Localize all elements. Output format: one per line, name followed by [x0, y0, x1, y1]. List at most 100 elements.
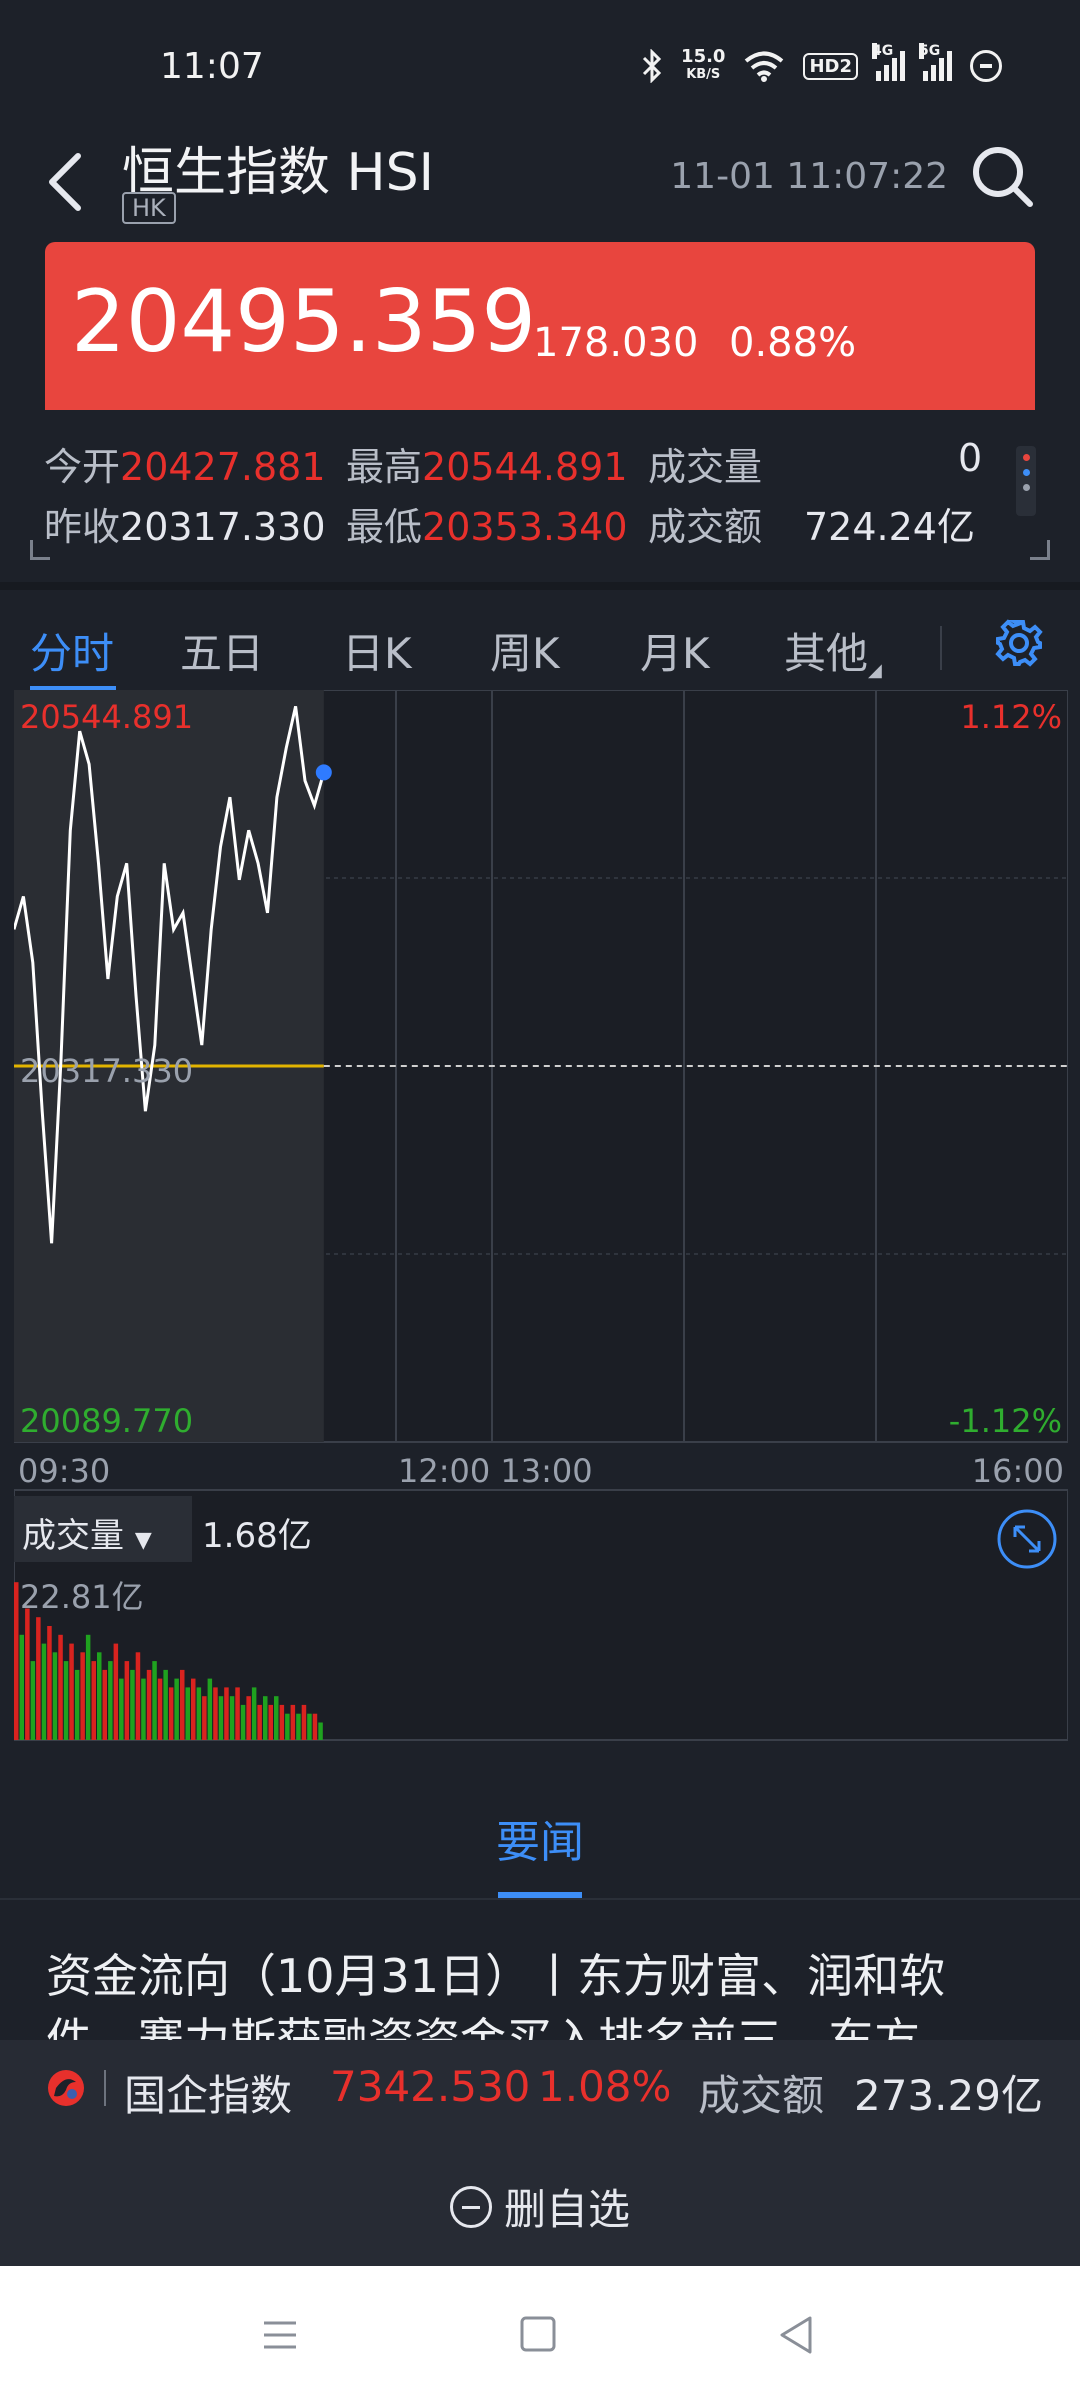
time-label-open: 09:30	[18, 1452, 111, 1490]
remove-watchlist-button[interactable]: 删自选	[450, 2176, 630, 2237]
current-price: 20495.359	[71, 272, 537, 372]
volume-bar	[52, 1652, 58, 1740]
status-icons: 15.0 KB/S HD2 4G 5G	[641, 43, 1002, 88]
volume-bar	[246, 1696, 251, 1740]
network-speed: 15.0 KB/S	[681, 46, 726, 83]
y-mid-label: 20317.330	[20, 1052, 194, 1090]
corner-mark	[30, 540, 50, 560]
volume-bar	[268, 1704, 273, 1740]
volume-bar	[168, 1687, 174, 1740]
volume-bar	[19, 1634, 24, 1740]
action-bar: 删自选	[0, 2134, 1080, 2266]
volume-bar	[91, 1661, 96, 1740]
stat-open: 今开20427.881	[44, 445, 326, 489]
volume-bar	[108, 1661, 113, 1740]
time-label-close: 16:00	[971, 1452, 1064, 1490]
stat-volume: 0	[958, 436, 983, 480]
volume-bar	[152, 1661, 157, 1740]
chart-svg	[12, 689, 1069, 1741]
volume-bar	[30, 1661, 36, 1740]
ticker-pct: 1.08%	[538, 2062, 672, 2111]
bluetooth-icon	[642, 49, 662, 83]
volume-bar	[36, 1617, 41, 1740]
volume-bar	[285, 1713, 290, 1740]
ticker-turnover-label: 成交额	[698, 2071, 825, 2120]
y-low-label: 20089.770	[20, 1402, 194, 1440]
signal-icon: 4G	[872, 43, 905, 81]
tab-divider	[940, 626, 942, 670]
dropdown-triangle-icon: ▼	[134, 1528, 152, 1553]
volume-bar	[85, 1634, 91, 1740]
volume-bar	[307, 1713, 312, 1740]
ticker-divider	[104, 2070, 106, 2106]
tab-monthly-k[interactable]: 月K	[640, 620, 710, 681]
volume-indicator-select[interactable]: 成交量 ▼	[14, 1496, 192, 1562]
ticker-turnover: 273.29亿	[854, 2071, 1043, 2120]
search-icon[interactable]	[968, 142, 1038, 212]
gear-icon[interactable]	[992, 616, 1046, 670]
tab-daily-k[interactable]: 日K	[342, 620, 412, 681]
volume-bar	[163, 1669, 168, 1740]
volume-bar	[157, 1678, 163, 1740]
volume-bar	[47, 1626, 52, 1740]
price-change: 178.030	[533, 320, 699, 366]
volume-bar	[130, 1669, 135, 1740]
tab-news[interactable]: 要闻	[0, 1806, 1080, 1870]
volume-bar	[279, 1704, 285, 1740]
pct-low-label: -1.12%	[948, 1402, 1062, 1440]
fullscreen-icon[interactable]	[996, 1508, 1058, 1570]
intraday-chart[interactable]: 20544.891 1.12% 20317.330 20089.770 -1.1…	[12, 689, 1069, 1750]
related-index-ticker[interactable]: 国企指数 7342.530 1.08% 成交额 273.29亿	[0, 2040, 1080, 2134]
volume-bar	[146, 1669, 152, 1740]
volume-bar	[301, 1704, 307, 1740]
more-dots-icon[interactable]	[1016, 446, 1036, 516]
volume-bar	[296, 1713, 301, 1740]
news-headline[interactable]: 资金流向（10月31日）丨东方财富、润和软件、赛力斯获融资资金买入排名前三，东方	[46, 1944, 1036, 2048]
signal-icon: 5G	[919, 43, 952, 81]
tab-intraday[interactable]: 分时	[30, 620, 114, 681]
volume-bar	[185, 1687, 190, 1740]
volume-bar	[213, 1687, 218, 1740]
volume-bar	[312, 1713, 318, 1740]
volume-bar	[191, 1678, 196, 1740]
clock: 11:07	[160, 46, 264, 87]
remove-watchlist-label: 删自选	[504, 2185, 631, 2234]
back-icon[interactable]	[38, 142, 98, 222]
volume-bar	[235, 1687, 240, 1740]
home-icon[interactable]	[508, 2310, 568, 2360]
tab-five-day[interactable]: 五日	[180, 620, 264, 681]
menu-icon[interactable]	[250, 2310, 310, 2360]
stat-prev-close: 昨收20317.330	[44, 505, 326, 549]
volume-bar	[180, 1669, 185, 1740]
volume-bar	[74, 1669, 80, 1740]
back-nav-icon[interactable]	[766, 2310, 826, 2360]
volume-bar	[97, 1652, 102, 1740]
quote-datetime: 11-01 11:07:22	[670, 156, 948, 197]
hk-flag-icon	[48, 2070, 84, 2106]
volume-bar	[218, 1696, 224, 1740]
price-panel: 20495.359 178.030 0.88%	[45, 242, 1035, 410]
volume-bar	[240, 1704, 246, 1740]
system-nav-bar	[0, 2266, 1080, 2400]
tab-other[interactable]: 其他◢	[784, 620, 882, 681]
stat-turnover: 724.24亿	[804, 505, 975, 549]
chart-tabs: 分时 五日 日K 周K 月K 其他◢	[0, 582, 1080, 691]
volume-bar	[196, 1687, 202, 1740]
ticker-name: 国企指数	[124, 2071, 293, 2120]
market-tag: HK	[122, 192, 176, 224]
volume-bar	[202, 1696, 207, 1740]
volume-bar	[251, 1687, 257, 1740]
volume-bar	[63, 1661, 69, 1740]
volume-bar	[14, 1582, 19, 1740]
volume-value: 1.68亿	[202, 1516, 312, 1556]
stat-turnover-label: 成交额	[648, 505, 763, 549]
stat-high: 最高20544.891	[346, 445, 628, 489]
volume-bar	[119, 1678, 124, 1740]
volume-bar	[135, 1652, 141, 1740]
volume-bar	[102, 1669, 107, 1740]
volume-bar	[69, 1643, 74, 1740]
tab-weekly-k[interactable]: 周K	[490, 620, 560, 681]
volume-bar	[41, 1643, 47, 1740]
volume-bar	[207, 1678, 213, 1740]
volume-bar	[25, 1608, 30, 1740]
